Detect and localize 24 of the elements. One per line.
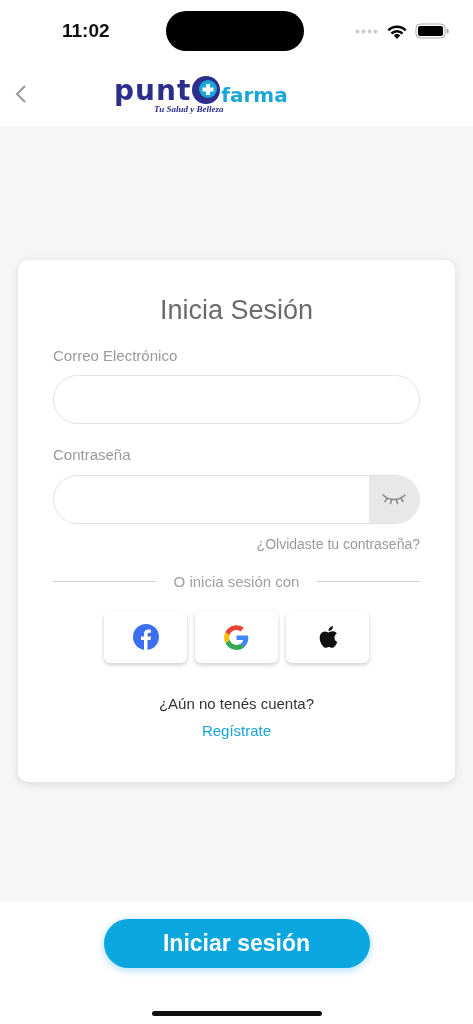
field-label: Correo Electrónico: [53, 345, 179, 366]
signup-link[interactable]: Regístrate: [201, 719, 272, 742]
password-field[interactable]: [53, 474, 420, 524]
signal-icon: [355, 28, 379, 34]
card-title: Inicia Sesión: [158, 294, 315, 327]
email-field[interactable]: [53, 375, 420, 424]
battery-icon: [415, 23, 449, 39]
facebook-icon: [132, 624, 159, 650]
logo-tagline: Tu Salud y Belleza: [154, 104, 225, 114]
login-button[interactable]: Iniciar sesión: [103, 919, 370, 968]
signup-prompt: ¿Aún no tenés cuenta?: [158, 694, 315, 714]
logo-text: farma: [221, 84, 288, 105]
clock-time: 11:02: [62, 18, 111, 43]
show-password-button[interactable]: [369, 475, 419, 523]
logo-text: punt: [114, 76, 192, 105]
logo-icon: [191, 74, 222, 105]
back-icon[interactable]: [14, 84, 28, 104]
forgot-password-link[interactable]: ¿Olvidaste tu contraseña?: [256, 533, 420, 555]
google-icon: [223, 623, 250, 651]
field-label: Contraseña: [53, 445, 132, 465]
closed-eye-icon: [381, 492, 407, 506]
wifi-icon: [387, 23, 407, 39]
social-login-button[interactable]: [286, 611, 369, 663]
divider-text: O inicia sesión con: [172, 571, 301, 592]
